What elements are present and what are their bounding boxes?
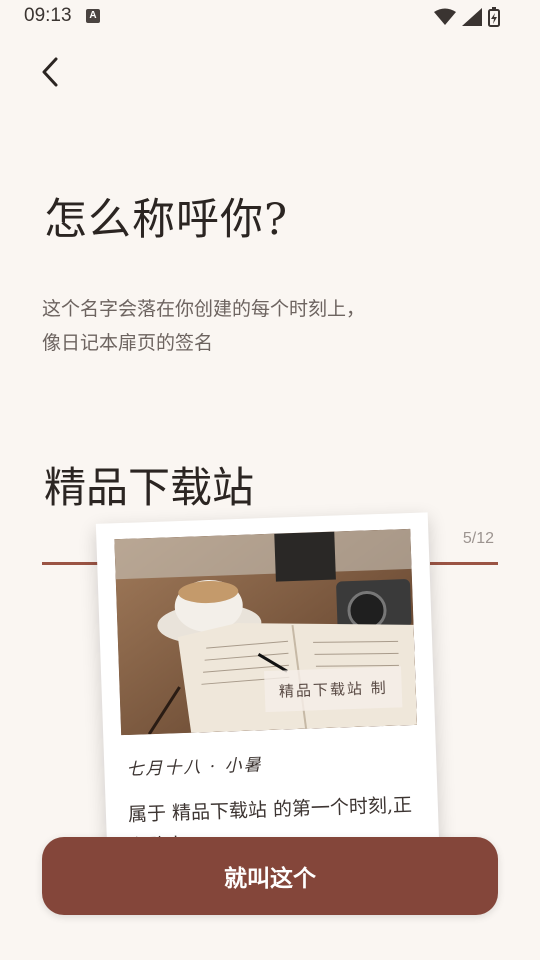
page-title: 怎么称呼你?: [44, 195, 289, 245]
wifi-icon: [434, 8, 456, 25]
back-button[interactable]: [30, 52, 70, 92]
status-time: 09:13: [24, 5, 72, 26]
confirm-name-button[interactable]: 就叫这个: [42, 837, 498, 915]
photo-watermark: 精品下载站 制: [264, 666, 403, 713]
battery-charging-icon: [488, 7, 500, 27]
preview-card: 精品下载站 制 七月十八 · 小暑 属于 精品下载站 的第一个时刻,正在路上: [95, 512, 441, 884]
character-counter: 5/12: [462, 530, 494, 547]
preview-photo: 精品下载站 制: [114, 528, 418, 736]
name-input[interactable]: [44, 460, 424, 509]
page-subtitle: 这个名字会落在你创建的每个时刻上， 像日记本扉页的签名: [42, 292, 365, 360]
chevron-left-icon: [42, 57, 58, 87]
input-underline: [42, 562, 102, 565]
signal-icon: [462, 8, 482, 26]
status-icons: [434, 7, 500, 27]
status-bar: 09:13 A: [0, 0, 540, 34]
subtitle-line-2: 像日记本扉页的签名: [42, 332, 214, 354]
card-date: 七月十八 · 小暑: [126, 755, 263, 780]
subtitle-line-1: 这个名字会落在你创建的每个时刻上，: [42, 298, 366, 320]
keyboard-indicator-icon: A: [86, 9, 100, 23]
input-underline: [430, 562, 498, 565]
